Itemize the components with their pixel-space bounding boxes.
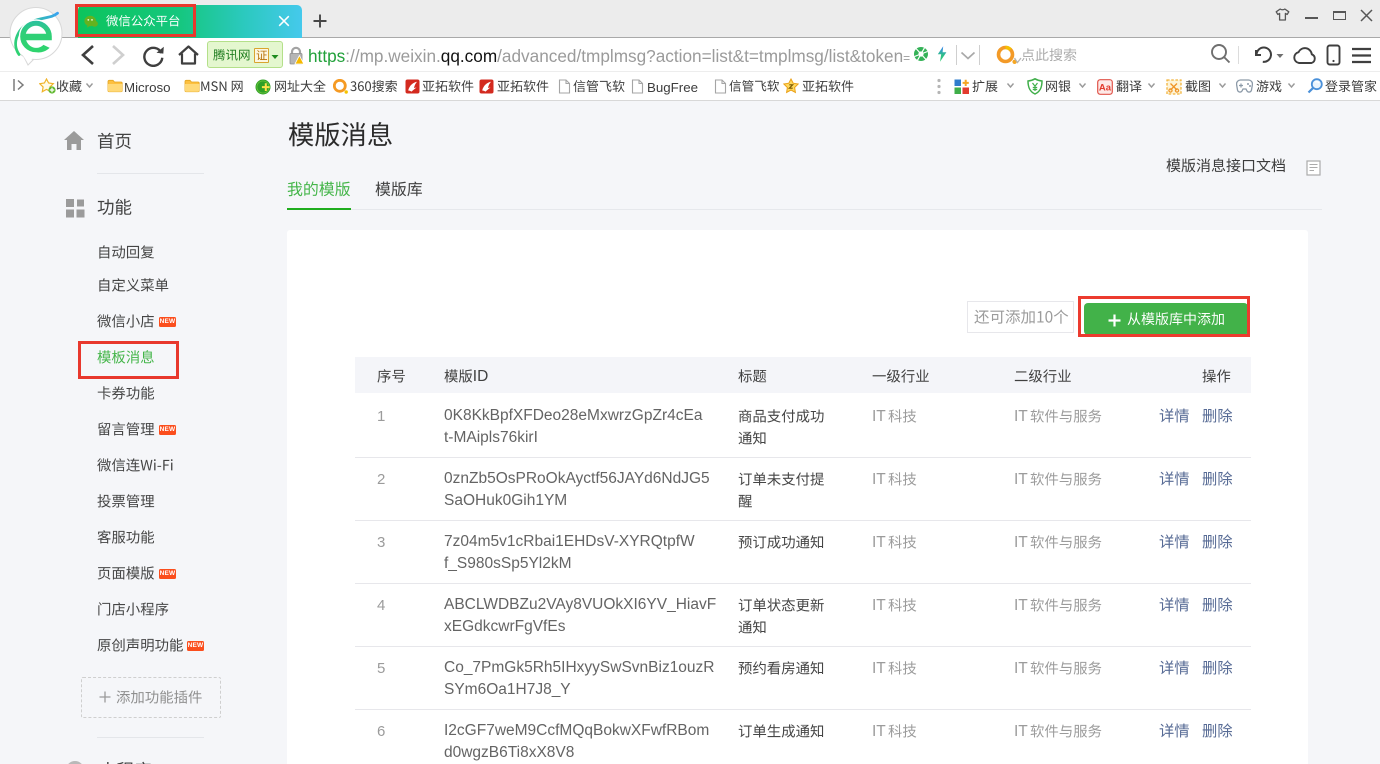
svg-text:Aa: Aa <box>1099 82 1112 93</box>
